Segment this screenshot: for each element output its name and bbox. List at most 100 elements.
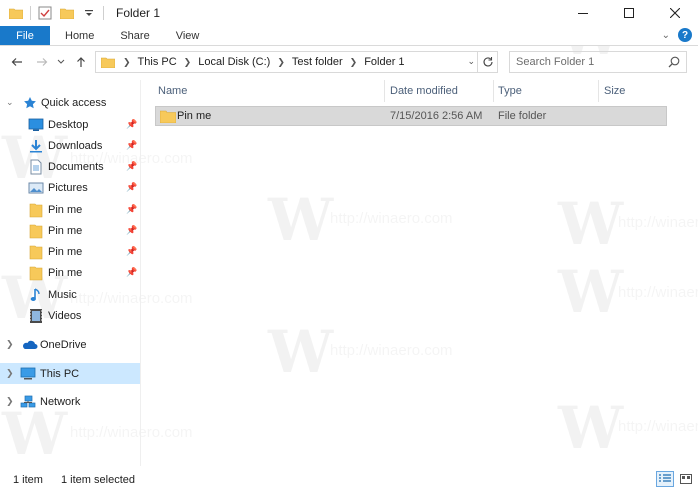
- maximize-button[interactable]: [606, 0, 652, 26]
- music-icon: [28, 287, 44, 303]
- network-icon: [20, 394, 36, 410]
- details-view-button[interactable]: [656, 471, 674, 487]
- pin-icon[interactable]: 📌: [126, 182, 137, 193]
- help-button[interactable]: ?: [678, 28, 692, 42]
- nav-item-music[interactable]: Music: [0, 284, 140, 305]
- folder-icon: [8, 5, 24, 21]
- nav-item-pin-me[interactable]: Pin me 📌: [0, 199, 140, 220]
- nav-item-label: This PC: [40, 367, 80, 380]
- recent-locations-button[interactable]: [52, 52, 70, 72]
- close-button[interactable]: [652, 0, 698, 26]
- expand-chevron-icon[interactable]: ❯: [6, 339, 14, 350]
- nav-item-pin-me[interactable]: Pin me 📌: [0, 262, 140, 283]
- column-divider[interactable]: [598, 80, 599, 102]
- breadcrumb-separator[interactable]: ❯: [277, 57, 285, 68]
- nav-item-documents[interactable]: Documents 📌: [0, 156, 140, 177]
- expand-ribbon-icon[interactable]: ⌄: [662, 30, 670, 41]
- up-arrow-icon: [77, 57, 85, 67]
- large-icons-view-button[interactable]: [677, 471, 695, 487]
- up-button[interactable]: [72, 52, 90, 72]
- nav-item-this-pc[interactable]: ❯ This PC: [0, 363, 140, 384]
- nav-item-label: Pin me: [48, 245, 83, 258]
- breadcrumb-separator[interactable]: ❯: [350, 57, 358, 68]
- tab-file[interactable]: File: [0, 26, 50, 45]
- folder-icon: [28, 265, 44, 281]
- search-icon[interactable]: [668, 56, 680, 71]
- nav-item-network[interactable]: ❯ Network: [0, 391, 140, 412]
- details-view-icon: [659, 474, 671, 482]
- nav-item-downloads[interactable]: Downloads 📌: [0, 135, 140, 156]
- search-placeholder: Search Folder 1: [516, 56, 595, 68]
- chevron-down-icon: [57, 59, 65, 64]
- window-controls: [560, 0, 698, 26]
- nav-item-pin-me[interactable]: Pin me 📌: [0, 220, 140, 241]
- folder-icon: [28, 244, 44, 260]
- nav-item-pictures[interactable]: Pictures 📌: [0, 177, 140, 198]
- quick-access-toolbar: [0, 0, 110, 26]
- refresh-button[interactable]: [477, 52, 497, 72]
- nav-item-videos[interactable]: Videos: [0, 305, 140, 326]
- tab-home[interactable]: Home: [52, 26, 107, 45]
- pin-icon[interactable]: 📌: [126, 204, 137, 215]
- search-input[interactable]: Search Folder 1: [509, 51, 687, 73]
- properties-icon[interactable]: [37, 5, 53, 21]
- breadcrumb-local-disk[interactable]: Local Disk (C:): [198, 56, 270, 68]
- forward-button[interactable]: [33, 52, 51, 72]
- downloads-icon: [28, 138, 44, 154]
- expand-chevron-icon[interactable]: ❯: [6, 368, 14, 379]
- breadcrumb-this-pc[interactable]: This PC: [138, 56, 177, 68]
- folder-icon: [28, 202, 44, 218]
- window-title: Folder 1: [116, 6, 161, 20]
- back-arrow-icon: [11, 58, 22, 66]
- nav-item-label: OneDrive: [40, 338, 87, 351]
- navigation-pane: ⌄ Quick access Desktop 📌 Downloads 📌 Doc…: [0, 80, 141, 466]
- new-folder-icon[interactable]: [59, 5, 75, 21]
- column-header-name[interactable]: Name: [158, 80, 187, 102]
- star-icon: [22, 95, 38, 111]
- watermark-text: http://winaero.com: [618, 418, 698, 435]
- tab-share[interactable]: Share: [107, 26, 162, 45]
- file-type: File folder: [498, 110, 547, 122]
- nav-item-pin-me[interactable]: Pin me 📌: [0, 241, 140, 262]
- breadcrumb-test-folder[interactable]: Test folder: [292, 56, 343, 68]
- nav-item-label: Videos: [48, 309, 82, 322]
- ribbon-right-controls: ⌄ ?: [662, 28, 692, 42]
- pin-icon[interactable]: 📌: [126, 161, 137, 172]
- address-history-icon[interactable]: ⌄: [467, 56, 475, 67]
- table-row[interactable]: Pin me 7/15/2016 2:56 AM File folder: [155, 106, 667, 126]
- nav-item-label: Network: [40, 395, 81, 408]
- expand-chevron-icon[interactable]: ⌄: [6, 97, 14, 108]
- watermark-letter: W: [558, 258, 624, 326]
- pin-icon[interactable]: 📌: [126, 267, 137, 278]
- pin-icon[interactable]: 📌: [126, 225, 137, 236]
- pin-icon[interactable]: 📌: [126, 119, 137, 130]
- videos-icon: [28, 308, 44, 324]
- pictures-icon: [28, 180, 44, 196]
- watermark-text: http://winaero.com: [618, 284, 698, 301]
- customize-toolbar-icon[interactable]: [81, 5, 97, 21]
- column-divider[interactable]: [384, 80, 385, 102]
- column-divider[interactable]: [493, 80, 494, 102]
- tab-view[interactable]: View: [163, 26, 213, 45]
- pin-icon[interactable]: 📌: [126, 246, 137, 257]
- watermark-letter: W: [558, 190, 624, 258]
- expand-chevron-icon[interactable]: ❯: [6, 396, 14, 407]
- nav-item-onedrive[interactable]: ❯ OneDrive: [0, 334, 140, 355]
- nav-item-desktop[interactable]: Desktop 📌: [0, 114, 140, 135]
- nav-quick-access[interactable]: ⌄ Quick access: [0, 92, 140, 113]
- column-header-date-modified[interactable]: Date modified: [390, 80, 458, 102]
- address-bar[interactable]: ❯ This PC ❯ Local Disk (C:) ❯ Test folde…: [95, 51, 498, 73]
- pin-icon[interactable]: 📌: [126, 140, 137, 151]
- column-header-type[interactable]: Type: [498, 80, 522, 102]
- back-button[interactable]: [8, 52, 26, 72]
- this-pc-icon: [20, 366, 36, 382]
- folder-icon: [160, 107, 176, 125]
- nav-item-label: Documents: [48, 160, 104, 173]
- minimize-button[interactable]: [560, 0, 606, 26]
- breadcrumb-folder-1[interactable]: Folder 1: [364, 56, 404, 68]
- folder-icon: [28, 223, 44, 239]
- breadcrumb-separator[interactable]: ❯: [184, 57, 192, 68]
- breadcrumb-separator[interactable]: ❯: [123, 57, 131, 68]
- column-header-size[interactable]: Size: [604, 80, 625, 102]
- maximize-icon: [624, 8, 634, 18]
